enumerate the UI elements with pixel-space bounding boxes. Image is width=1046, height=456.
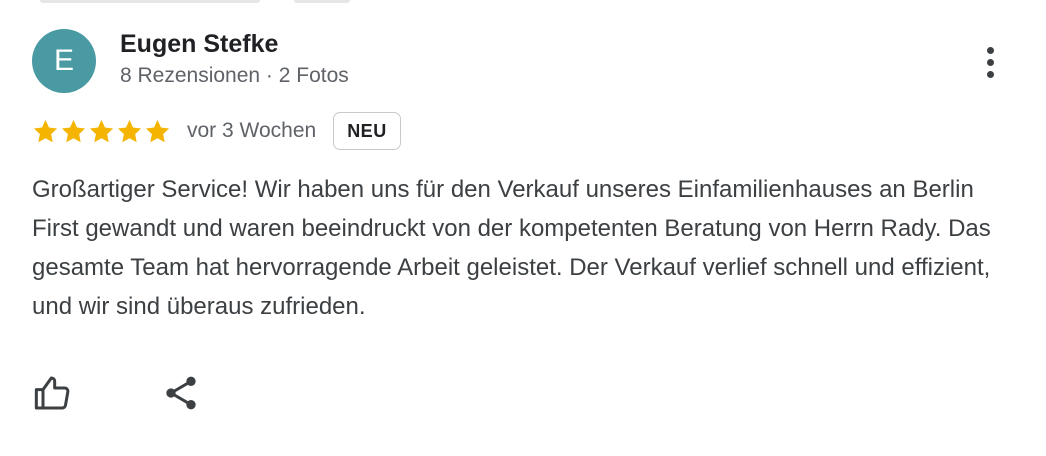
reviewer-meta: 8 Rezensionen · 2 Fotos [120,64,349,87]
star-icon [89,119,114,142]
avatar-initial: E [53,44,74,77]
star-icon [145,119,170,142]
rating-row: vor 3 Wochen NEU [32,112,401,150]
star-icon [117,119,142,142]
more-vert-icon [986,46,994,54]
more-options-button[interactable] [972,40,1008,84]
new-badge: NEU [333,112,401,150]
review-date: vor 3 Wochen [187,119,317,142]
previous-item-divider-short [294,0,350,3]
avatar[interactable]: E [32,29,96,93]
star-icon [33,119,58,142]
like-button[interactable] [32,372,74,414]
star-rating [32,118,171,145]
star-icon [61,119,86,142]
more-vert-icon-dot [986,70,994,78]
reviewer-name[interactable]: Eugen Stefke [120,30,278,59]
review-text: Großartiger Service! Wir haben uns für d… [32,176,991,320]
thumb-up-icon [34,376,70,410]
share-icon [166,376,196,410]
more-vert-icon-dot [986,58,994,66]
share-button[interactable] [160,372,202,414]
previous-item-divider [40,0,260,3]
